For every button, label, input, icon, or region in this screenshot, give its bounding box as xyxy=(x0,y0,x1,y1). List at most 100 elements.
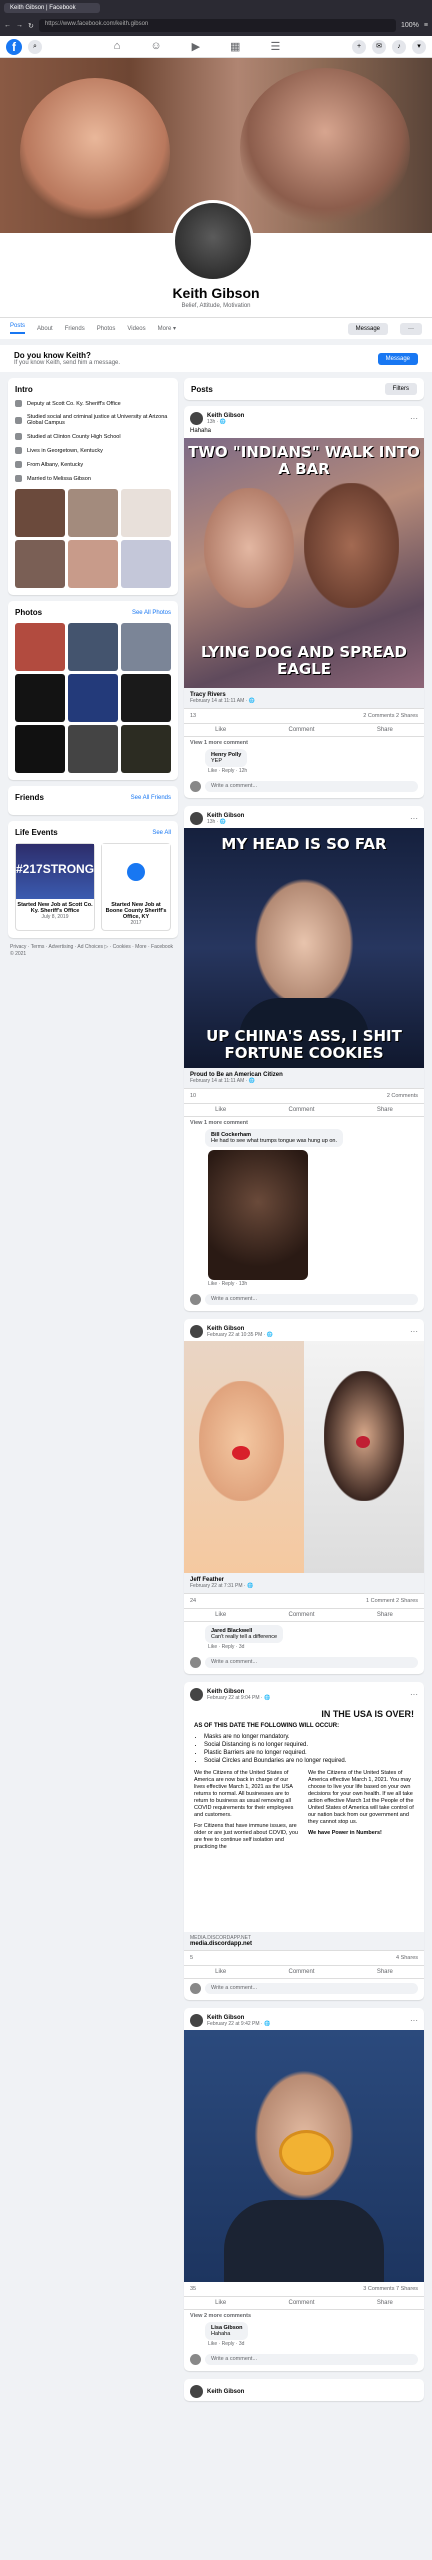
comment-button[interactable]: Comment xyxy=(288,727,314,733)
photo-thumbnail[interactable] xyxy=(68,674,118,722)
messenger-icon[interactable]: ✉ xyxy=(372,39,386,54)
share-button[interactable]: Share xyxy=(377,1969,393,1975)
post-time[interactable]: 13h · 🌐 xyxy=(207,819,244,825)
post-options-icon[interactable]: ··· xyxy=(410,814,418,823)
create-icon[interactable]: + xyxy=(352,39,366,54)
like-button[interactable]: Like xyxy=(215,727,226,733)
share-button[interactable]: Share xyxy=(377,2300,393,2306)
home-icon[interactable]: ⌂ xyxy=(114,40,121,53)
post-time[interactable]: February 22 at 9:04 PM · 🌐 xyxy=(207,1695,270,1701)
avatar[interactable] xyxy=(190,1688,203,1701)
avatar[interactable] xyxy=(190,2385,203,2398)
dyk-message-button[interactable]: Message xyxy=(377,352,418,365)
comment-button[interactable]: Comment xyxy=(288,1107,314,1113)
post-author[interactable]: Keith Gibson xyxy=(207,2389,244,2395)
like-button[interactable]: Like xyxy=(215,2300,226,2306)
avatar[interactable] xyxy=(190,412,203,425)
photo-thumbnail[interactable] xyxy=(15,725,65,773)
photo-thumbnail[interactable] xyxy=(121,725,171,773)
post-author[interactable]: Keith Gibson xyxy=(207,413,244,419)
like-button[interactable]: Like xyxy=(215,1107,226,1113)
see-all-photos-link[interactable]: See All Photos xyxy=(132,610,171,616)
post-time[interactable]: February 22 at 10:35 PM · 🌐 xyxy=(207,1332,273,1338)
see-all-life-events-link[interactable]: See All xyxy=(152,830,171,836)
notifications-icon[interactable]: ♪ xyxy=(392,39,406,54)
intro-photo[interactable] xyxy=(121,489,171,537)
photo-thumbnail[interactable] xyxy=(68,623,118,671)
photo-thumbnail[interactable] xyxy=(15,674,65,722)
photo-thumbnail[interactable] xyxy=(121,623,171,671)
avatar[interactable] xyxy=(190,812,203,825)
intro-photo[interactable] xyxy=(15,540,65,588)
shares-count[interactable]: 4 Shares xyxy=(396,1955,418,1961)
comments-shares-count[interactable]: 3 Comments 7 Shares xyxy=(363,2286,418,2292)
share-button[interactable]: Share xyxy=(377,727,393,733)
url-bar[interactable]: https://www.facebook.com/keith.gibson xyxy=(38,19,396,32)
back-icon[interactable]: ← xyxy=(4,22,11,29)
zoom-indicator[interactable]: 100% xyxy=(401,22,419,29)
post-image[interactable]: IN THE USA IS OVER! AS OF THIS DATE THE … xyxy=(184,1704,424,1932)
message-button[interactable]: Message xyxy=(347,322,388,335)
view-more-comments[interactable]: View 1 more comment xyxy=(190,740,418,746)
post-image[interactable] xyxy=(184,2030,424,2282)
comment-input[interactable]: Write a comment... xyxy=(205,1983,418,1994)
more-options-button[interactable]: ··· xyxy=(400,322,422,335)
reaction-count[interactable]: 35 xyxy=(190,2286,196,2292)
post-time[interactable]: 13h · 🌐 xyxy=(207,419,244,425)
comment-input[interactable]: Write a comment... xyxy=(205,1657,418,1668)
comment-meta[interactable]: Like · Reply · 3d xyxy=(208,2341,418,2347)
comments-count[interactable]: 2 Comments xyxy=(387,1093,418,1099)
watch-icon[interactable]: ▶ xyxy=(192,40,200,53)
comment-input[interactable]: Write a comment... xyxy=(205,2354,418,2365)
comment-button[interactable]: Comment xyxy=(288,2300,314,2306)
profile-avatar[interactable] xyxy=(172,200,254,282)
post-image[interactable] xyxy=(184,1341,424,1573)
post-options-icon[interactable]: ··· xyxy=(410,2016,418,2025)
menu-icon[interactable]: ☰ xyxy=(270,40,280,53)
comment-meta[interactable]: Like · Reply · 12h xyxy=(208,768,418,774)
view-more-comments[interactable]: View 2 more comments xyxy=(190,2313,418,2319)
avatar[interactable] xyxy=(190,1325,203,1338)
like-button[interactable]: Like xyxy=(215,1969,226,1975)
like-button[interactable]: Like xyxy=(215,1612,226,1618)
link-preview[interactable]: MEDIA.DISCORDAPP.NET media.discordapp.net xyxy=(184,1932,424,1951)
marketplace-icon[interactable]: ▦ xyxy=(230,40,240,53)
forward-icon[interactable]: → xyxy=(16,22,23,29)
friends-icon[interactable]: ☺ xyxy=(150,40,161,53)
reload-icon[interactable]: ↻ xyxy=(28,22,34,30)
tab-more[interactable]: More ▾ xyxy=(158,325,176,332)
post-options-icon[interactable]: ··· xyxy=(410,1690,418,1699)
filters-button[interactable]: Filters xyxy=(384,383,417,395)
share-button[interactable]: Share xyxy=(377,1107,393,1113)
avatar[interactable] xyxy=(190,2014,203,2027)
comment-input[interactable]: Write a comment... xyxy=(205,781,418,792)
post-options-icon[interactable]: ··· xyxy=(410,414,418,423)
comment-meta[interactable]: Like · Reply · 3d xyxy=(208,1644,418,1650)
intro-photo[interactable] xyxy=(121,540,171,588)
intro-photo[interactable] xyxy=(15,489,65,537)
reaction-count[interactable]: 10 xyxy=(190,1093,196,1099)
post-author[interactable]: Keith Gibson xyxy=(207,813,244,819)
post-options-icon[interactable]: ··· xyxy=(410,1327,418,1336)
tab-videos[interactable]: Videos xyxy=(127,326,145,332)
reaction-count[interactable]: 5 xyxy=(190,1955,193,1961)
comment-meta[interactable]: Like · Reply · 13h xyxy=(208,1281,418,1287)
post-time[interactable]: February 22 at 9:42 PM · 🌐 xyxy=(207,2021,270,2027)
photo-thumbnail[interactable] xyxy=(68,725,118,773)
tab-photos[interactable]: Photos xyxy=(97,326,116,332)
intro-photo[interactable] xyxy=(68,489,118,537)
view-more-comments[interactable]: View 1 more comment xyxy=(190,1120,418,1126)
post-image[interactable]: TWO "INDIANS" WALK INTO A BAR LYING DOG … xyxy=(184,438,424,688)
browser-tab[interactable]: Keith Gibson | Facebook xyxy=(4,2,100,13)
comment-image[interactable] xyxy=(208,1150,308,1280)
life-event[interactable]: Started New Job at Boone County Sheriff'… xyxy=(101,843,171,931)
comment-input[interactable]: Write a comment... xyxy=(205,1294,418,1305)
reaction-count[interactable]: 24 xyxy=(190,1598,196,1604)
facebook-logo-icon[interactable]: f xyxy=(6,38,22,55)
reaction-count[interactable]: 13 xyxy=(190,713,196,719)
search-icon[interactable]: ⌕ xyxy=(28,39,42,54)
post-image[interactable]: MY HEAD IS SO FAR UP CHINA'S ASS, I SHIT… xyxy=(184,828,424,1068)
life-event[interactable]: #217STRONG Started New Job at Scott Co. … xyxy=(15,843,96,931)
tab-friends[interactable]: Friends xyxy=(65,326,85,332)
comments-shares-count[interactable]: 2 Comments 2 Shares xyxy=(363,713,418,719)
